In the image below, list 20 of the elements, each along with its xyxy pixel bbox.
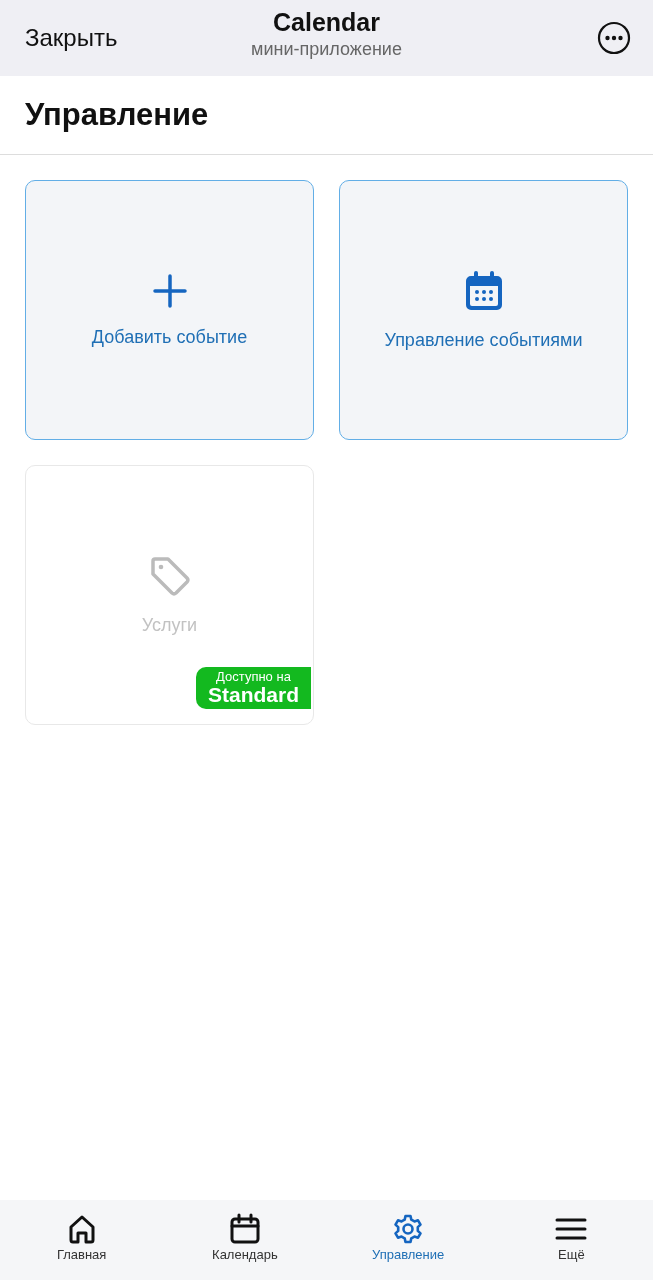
close-button[interactable]: Закрыть — [25, 24, 118, 52]
tile-label: Услуги — [141, 613, 198, 636]
tag-icon — [148, 554, 191, 597]
page-title: Управление — [25, 97, 209, 133]
action-tile[interactable]: Добавить событие — [25, 180, 314, 440]
tab-item[interactable]: Управление — [326, 1200, 490, 1280]
tab-item[interactable]: Главная — [0, 1200, 164, 1280]
app-subtitle: мини-приложение — [251, 39, 402, 60]
app-title: Calendar — [273, 8, 380, 37]
tab-item[interactable]: Ещё — [489, 1200, 653, 1280]
gear-icon — [392, 1212, 425, 1245]
tile-label: Управление событиями — [384, 328, 583, 351]
badge-caption: Доступно на — [216, 668, 291, 684]
plan-name: Standard — [208, 683, 299, 706]
calendar-icon — [228, 1212, 261, 1245]
action-tile[interactable]: Управление событиями — [339, 180, 628, 440]
tile-label: Добавить событие — [91, 325, 248, 348]
tab-item[interactable]: Календарь — [163, 1200, 327, 1280]
more-icon[interactable] — [597, 21, 631, 55]
plus-icon — [151, 272, 188, 309]
